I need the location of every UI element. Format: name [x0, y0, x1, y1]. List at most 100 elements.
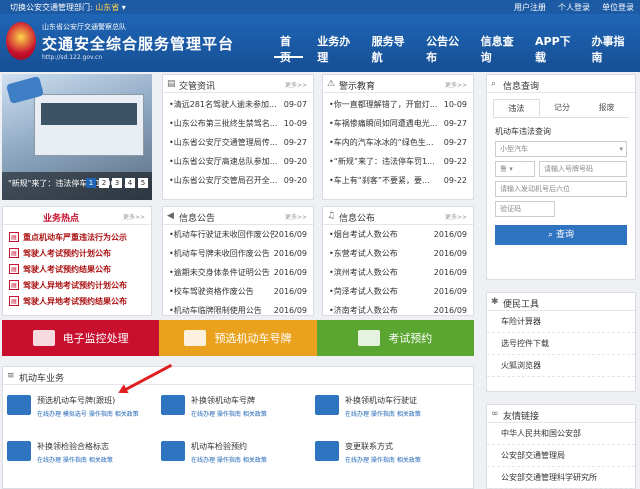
nav-guide[interactable]: 办事指南 — [586, 34, 632, 64]
news-title[interactable]: •机动车行驶证未收回作废公告 — [169, 225, 274, 244]
vehicle-business-item[interactable]: 补换领检验合格标志 在线办理 操作指南 相关政策 — [7, 439, 161, 485]
news-title[interactable]: •你一直都理解错了，开窗灯... — [329, 95, 437, 114]
nav-app[interactable]: APP下载 — [529, 34, 578, 64]
business-name[interactable]: 变更联系方式 — [345, 441, 421, 452]
business-name[interactable]: 补换领机动车行驶证 — [345, 395, 421, 406]
news-item[interactable]: •清远281名驾驶人逾未参加... 09-07 — [169, 95, 307, 114]
business-links[interactable]: 在线办理 操作指南 相关政策 — [191, 409, 267, 418]
news-carousel[interactable]: "新规"来了：违法停车罚1000，... 1 2 3 4 5 — [2, 74, 152, 200]
news-item[interactable]: •车上有“刹客”不要紧，要... 09-22 — [329, 171, 467, 190]
news-title[interactable]: •济南考试人数公布 — [329, 301, 398, 320]
site-title[interactable]: 交通安全综合服务管理平台 — [42, 33, 234, 54]
carousel-page[interactable]: 1 — [86, 178, 96, 188]
plate-number-input[interactable]: 请输入号牌号码 — [539, 161, 627, 177]
more-link[interactable]: 更多>> — [445, 80, 467, 89]
nav-query[interactable]: 信息查询 — [475, 34, 521, 64]
tab-points[interactable]: 记分 — [540, 99, 585, 117]
province-select[interactable]: 山东省 — [95, 3, 119, 12]
region-switch[interactable]: 切换公安交通管理部门: 山东省 ▾ — [10, 2, 126, 13]
tab-scrap[interactable]: 报废 — [584, 99, 629, 117]
engine-number-input[interactable]: 请输入发动机号后六位 — [495, 181, 627, 197]
business-name[interactable]: 补换领检验合格标志 — [37, 441, 113, 452]
news-item[interactable]: •山东省公安厅交通管理局传... 09-27 — [169, 133, 307, 152]
hot-item[interactable]: ▤ 驾驶人考试预约结果公布 — [3, 261, 151, 277]
news-title[interactable]: •山东省公安厅交通管理局传... — [169, 133, 277, 152]
friend-link[interactable]: 中华人民共和国公安部 — [487, 423, 635, 445]
tool-item[interactable]: 火狐浏览器 — [487, 355, 635, 377]
news-item[interactable]: •车祸惨痛瞬间如同遭遇电光... 09-27 — [329, 114, 467, 133]
captcha-input[interactable]: 验证码 — [495, 201, 555, 217]
news-title[interactable]: •清远281名驾驶人逾未参加... — [169, 95, 277, 114]
business-name[interactable]: 机动车检验预约 — [191, 441, 267, 452]
hot-item[interactable]: ▤ 重点机动车严重违法行为公示 — [3, 229, 151, 245]
news-title[interactable]: •车上有“刹客”不要紧，要... — [329, 171, 430, 190]
more-link[interactable]: 更多>> — [285, 80, 307, 89]
business-links[interactable]: 在线办理 操作指南 相关政策 — [345, 409, 421, 418]
news-item[interactable]: •你一直都理解错了，开窗灯... 10-09 — [329, 95, 467, 114]
business-links[interactable]: 在线办理 操作指南 相关政策 — [37, 455, 113, 464]
news-item[interactable]: •校车驾驶资格作废公告 2016/09 — [169, 282, 307, 301]
friend-link[interactable]: 公安部交通管理局 — [487, 445, 635, 467]
user-register-link[interactable]: 用户注册 — [514, 2, 546, 13]
hot-item[interactable]: ▤ 驾驶人异地考试预约结果公布 — [3, 293, 151, 309]
news-title[interactable]: •机动车临牌限制使用公告 — [169, 301, 262, 320]
query-button[interactable]: ⌕ 查询 — [495, 225, 627, 245]
vehicle-type-select[interactable]: 小型汽车 ▾ — [495, 141, 627, 157]
business-name[interactable]: 补换领机动车号牌 — [191, 395, 267, 406]
news-title[interactable]: •“新规”来了：违法停车罚1... — [329, 152, 435, 171]
business-links[interactable]: 在线办理 操作指南 相关政策 — [345, 455, 421, 464]
vehicle-business-item[interactable]: 机动车检验预约 在线办理 操作指南 相关政策 — [161, 439, 315, 485]
news-item[interactable]: •车内的汽车冰冰的“绿色生... 09-27 — [329, 133, 467, 152]
nav-home[interactable]: 首页 — [274, 34, 304, 64]
vehicle-business-item[interactable]: 变更联系方式 在线办理 操作指南 相关政策 — [315, 439, 469, 485]
plate-preselect-button[interactable]: 预选机动车号牌 — [159, 320, 317, 356]
news-title[interactable]: •菏泽考试人数公布 — [329, 282, 398, 301]
tool-item[interactable]: 选号控件下载 — [487, 333, 635, 355]
more-link[interactable]: 更多>> — [123, 212, 145, 221]
news-item[interactable]: •机动车号牌未收回作废公告 2016/09 — [169, 244, 307, 263]
news-item[interactable]: •山东公布第三批终生禁驾名... 10-09 — [169, 114, 307, 133]
business-name[interactable]: 预选机动车号牌(跟班) — [37, 395, 139, 406]
carousel-page[interactable]: 3 — [112, 178, 122, 188]
news-title[interactable]: •车祸惨痛瞬间如同遭遇电光... — [329, 114, 437, 133]
nav-notice[interactable]: 公告公布 — [420, 34, 466, 64]
vehicle-business-item[interactable]: 补换领机动车号牌 在线办理 操作指南 相关政策 — [161, 393, 315, 439]
exam-booking-button[interactable]: 考试预约 — [316, 320, 474, 356]
carousel-page[interactable]: 5 — [138, 178, 148, 188]
nav-business[interactable]: 业务办理 — [311, 34, 357, 64]
news-item[interactable]: •“新规”来了：违法停车罚1... 09-22 — [329, 152, 467, 171]
tab-violation[interactable]: 违法 — [493, 99, 540, 117]
business-links[interactable]: 在线办理 操作指南 相关政策 — [191, 455, 267, 464]
news-item[interactable]: •滨州考试人数公布 2016/09 — [329, 263, 467, 282]
news-title[interactable]: •东营考试人数公布 — [329, 244, 398, 263]
friend-link[interactable]: 公安部交通管理科学研究所 — [487, 467, 635, 489]
news-item[interactable]: •菏泽考试人数公布 2016/09 — [329, 282, 467, 301]
news-item[interactable]: •山东省公安厅交管局召开全... 09-20 — [169, 171, 307, 190]
news-title[interactable]: •机动车号牌未收回作废公告 — [169, 244, 270, 263]
news-item[interactable]: •机动车行驶证未收回作废公告 2016/09 — [169, 225, 307, 244]
news-title[interactable]: •山东公布第三批终生禁驾名... — [169, 114, 277, 133]
business-links[interactable]: 在线办理 模拟选号 操作指南 相关政策 — [37, 409, 139, 418]
news-title[interactable]: •逾期未交身体条件证明公告 — [169, 263, 270, 282]
hot-item[interactable]: ▤ 驾驶人考试预约计划公布 — [3, 245, 151, 261]
personal-login-link[interactable]: 个人登录 — [558, 2, 590, 13]
news-item[interactable]: •机动车临牌限制使用公告 2016/09 — [169, 301, 307, 320]
news-title[interactable]: •山东省公安厅交管局召开全... — [169, 171, 277, 190]
carousel-page[interactable]: 4 — [125, 178, 135, 188]
more-link[interactable]: 更多>> — [285, 212, 307, 221]
unit-login-link[interactable]: 单位登录 — [602, 2, 634, 13]
news-title[interactable]: •烟台考试人数公布 — [329, 225, 398, 244]
vehicle-business-item[interactable]: 预选机动车号牌(跟班) 在线办理 模拟选号 操作指南 相关政策 — [7, 393, 161, 439]
tool-item[interactable]: 车险计算器 — [487, 311, 635, 333]
news-title[interactable]: •滨州考试人数公布 — [329, 263, 398, 282]
news-item[interactable]: •烟台考试人数公布 2016/09 — [329, 225, 467, 244]
news-title[interactable]: •山东省公安厅高速总队参加... — [169, 152, 277, 171]
hot-item[interactable]: ▤ 驾驶人异地考试预约计划公布 — [3, 277, 151, 293]
news-title[interactable]: •校车驾驶资格作废公告 — [169, 282, 254, 301]
carousel-page[interactable]: 2 — [99, 178, 109, 188]
more-link[interactable]: 更多>> — [445, 212, 467, 221]
news-title[interactable]: •车内的汽车冰冰的“绿色生... — [329, 133, 434, 152]
news-item[interactable]: •东营考试人数公布 2016/09 — [329, 244, 467, 263]
e-monitor-button[interactable]: 电子监控处理 — [2, 320, 160, 356]
vehicle-business-item[interactable]: 补换领机动车行驶证 在线办理 操作指南 相关政策 — [315, 393, 469, 439]
